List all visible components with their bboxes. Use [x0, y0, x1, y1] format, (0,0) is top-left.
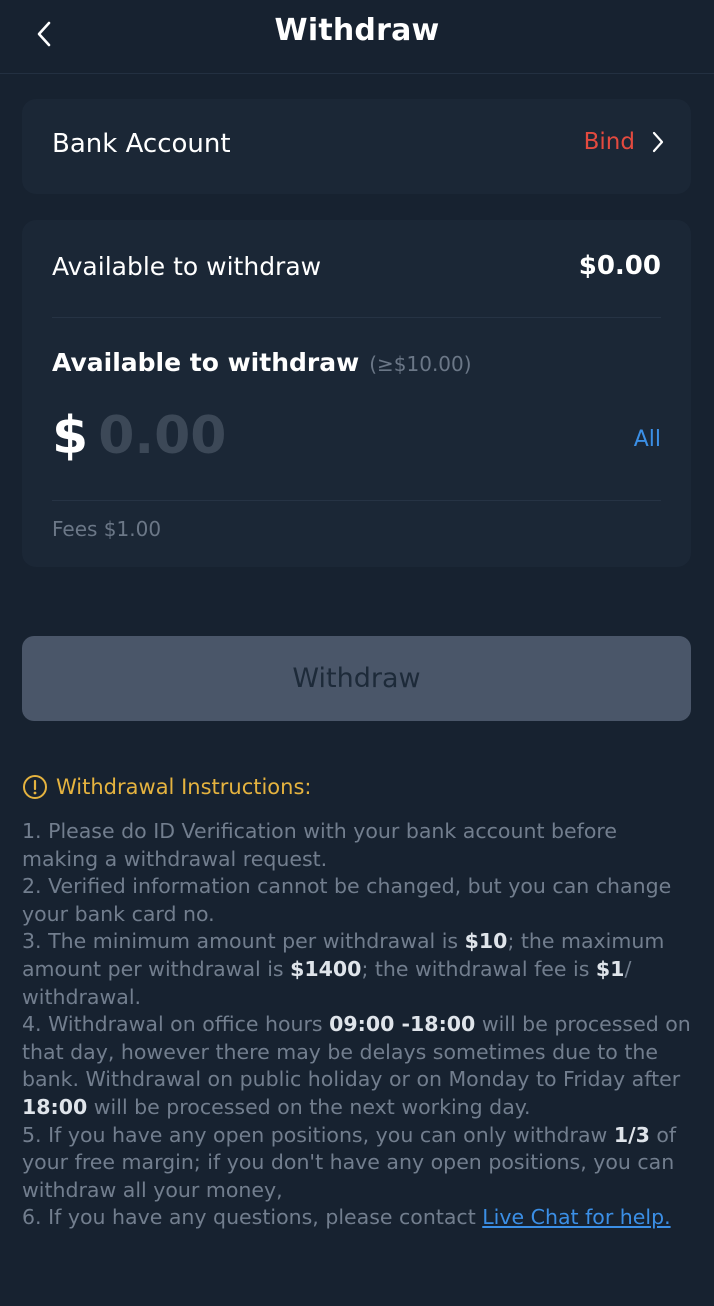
instructions-title: Withdrawal Instructions: — [56, 775, 312, 799]
divider — [52, 500, 661, 501]
amount-input[interactable] — [98, 406, 519, 466]
amount-entry-row: $ — [52, 406, 519, 466]
instructions-list: 1. Please do ID Verification with your b… — [22, 818, 696, 1232]
instruction-item: 1. Please do ID Verification with your b… — [22, 819, 617, 871]
instruction-item: 2. Verified information cannot be change… — [22, 874, 672, 926]
withdraw-button[interactable]: Withdraw — [22, 636, 691, 721]
currency-symbol: $ — [52, 406, 89, 466]
top-nav-bar: Withdraw — [0, 0, 714, 74]
minimum-amount-note: (≥$10.00) — [369, 352, 472, 376]
live-chat-link[interactable]: Live Chat for help. — [482, 1205, 670, 1229]
chevron-right-icon — [651, 130, 665, 154]
page-title: Withdraw — [274, 13, 440, 48]
instruction-item: 3. The minimum amount per withdrawal is … — [22, 929, 665, 1009]
bind-bank-button[interactable]: Bind — [584, 129, 665, 155]
instructions-heading: Withdrawal Instructions: — [22, 774, 311, 800]
bank-account-label: Bank Account — [52, 129, 231, 159]
divider — [52, 317, 661, 318]
fees-label: Fees $1.00 — [52, 517, 162, 541]
amount-heading-label: Available to withdraw — [52, 348, 360, 377]
instruction-item: 5. If you have any open positions, you c… — [22, 1122, 677, 1202]
withdraw-amount-card: Available to withdraw $0.00 Available to… — [22, 220, 691, 567]
instruction-item: 6. If you have any questions, please con… — [22, 1205, 671, 1230]
withdraw-screen: Withdraw Bank Account Bind Available to … — [0, 0, 714, 1306]
available-balance-label: Available to withdraw — [52, 252, 322, 281]
withdraw-all-button[interactable]: All — [634, 427, 661, 452]
bind-label: Bind — [583, 129, 635, 155]
info-circle-icon — [23, 775, 47, 799]
amount-heading: Available to withdraw (≥$10.00) — [52, 348, 472, 377]
bank-account-row[interactable]: Bank Account Bind — [22, 99, 691, 194]
instruction-item: 4. Withdrawal on office hours 09:00 -18:… — [22, 1012, 691, 1119]
available-balance-value: $0.00 — [578, 251, 661, 281]
